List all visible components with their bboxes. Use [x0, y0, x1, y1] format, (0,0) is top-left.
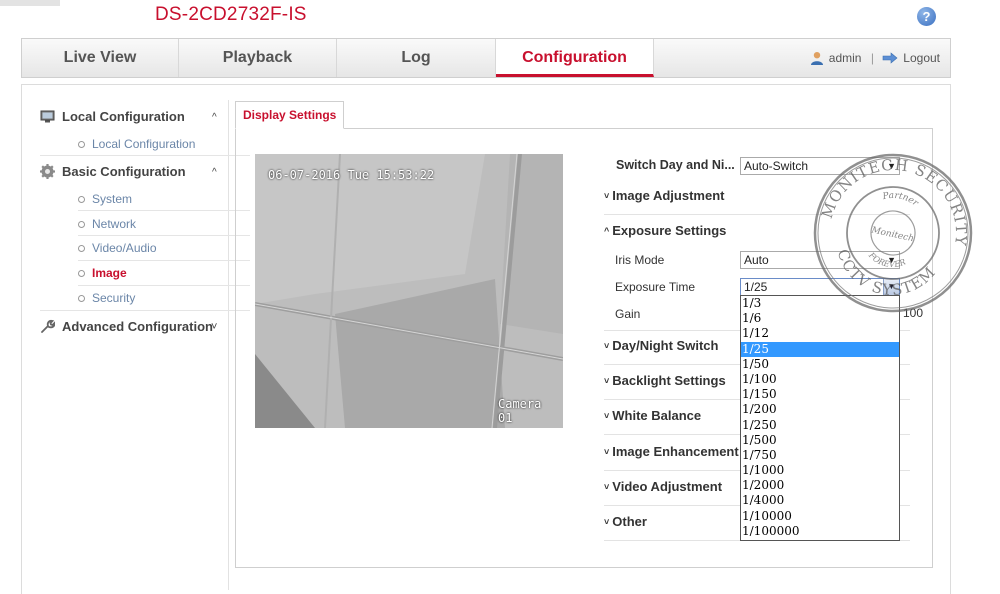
gear-icon	[40, 164, 55, 179]
logo-fragment	[0, 0, 60, 6]
chevron-down-icon: ˅	[604, 341, 610, 351]
device-model-title: DS-2CD2732F-IS	[155, 4, 307, 25]
exposure-time-option[interactable]: 1/500	[741, 433, 899, 448]
exposure-time-option[interactable]: 1/750	[741, 448, 899, 463]
tab-live-view[interactable]: Live View	[22, 39, 179, 77]
chevron-down-icon: ˅	[604, 376, 610, 386]
wrench-icon	[41, 319, 55, 333]
section-white-balance[interactable]: ˅ White Balance	[604, 408, 701, 423]
sidebar-divider	[78, 260, 250, 261]
sidebar-divider	[40, 310, 250, 311]
chevron-down-icon: ˅	[604, 482, 610, 492]
exposure-time-dropdown-list: 1/3 1/6 1/12 1/25 1/50 1/100 1/150 1/200 1/250 1/…	[740, 295, 900, 541]
tab-log[interactable]: Log	[337, 39, 496, 77]
section-image-adjustment[interactable]: ˅ Image Adjustment	[604, 188, 724, 203]
osd-camera-name: Camera 01	[498, 397, 542, 425]
user-icon	[810, 51, 823, 65]
sidebar-group-local-label: Local Configuration	[62, 109, 185, 124]
sidebar-item-local-configuration[interactable]: Local Configuration	[78, 137, 195, 151]
exposure-time-option[interactable]: 1/2000	[741, 478, 899, 493]
exposure-time-label: Exposure Time	[615, 280, 696, 294]
section-backlight-settings[interactable]: ˅ Backlight Settings	[604, 373, 726, 388]
bullet	[78, 295, 85, 302]
section-video-adjustment[interactable]: ˅ Video Adjustment	[604, 479, 722, 494]
sidebar-group-basic-label: Basic Configuration	[62, 164, 186, 179]
sidebar-divider	[78, 235, 250, 236]
sidebar-divider	[78, 210, 250, 211]
section-exposure-settings[interactable]: ^ Exposure Settings	[604, 223, 726, 238]
exposure-time-option[interactable]: 1/150	[741, 387, 899, 402]
exposure-time-option[interactable]: 1/100000	[741, 524, 899, 539]
stamp-inner-top-text: Partner	[879, 188, 921, 210]
sidebar-item-image[interactable]: Image	[78, 266, 127, 280]
osd-timestamp: 06-07-2016 Tue 15:53:22	[268, 168, 435, 182]
chevron-down-icon: ˅	[604, 191, 610, 201]
user-area: admin | Logout	[810, 39, 940, 77]
gain-label: Gain	[615, 307, 641, 321]
section-image-enhancement[interactable]: ˅ Image Enhancement	[604, 444, 739, 459]
logout-icon[interactable]	[882, 52, 898, 64]
sidebar-divider	[40, 155, 250, 156]
help-icon[interactable]: ?	[917, 7, 936, 26]
exposure-time-option[interactable]: 1/1000	[741, 463, 899, 478]
username-label[interactable]: admin	[829, 51, 862, 65]
main-nav-bar: Live View Playback Log Configuration adm…	[21, 38, 951, 78]
sidebar-item-video-audio[interactable]: Video/Audio	[78, 241, 157, 255]
sidebar-item-security[interactable]: Security	[78, 291, 135, 305]
exposure-time-option[interactable]: 1/10000	[741, 509, 899, 524]
exposure-time-option[interactable]: 1/25	[741, 341, 899, 357]
collapse-basic-caret[interactable]: ^	[212, 167, 217, 178]
tab-configuration[interactable]: Configuration	[496, 39, 654, 77]
exposure-time-option[interactable]: 1/100	[741, 372, 899, 387]
bullet	[78, 245, 85, 252]
chevron-down-icon: ˅	[604, 447, 610, 457]
bullet	[78, 270, 85, 277]
exposure-time-option[interactable]: 1/50	[741, 357, 899, 372]
exposure-time-option[interactable]: 1/250	[741, 418, 899, 433]
monitor-icon	[40, 110, 55, 123]
user-separator: |	[870, 51, 874, 65]
collapse-local-caret[interactable]: ^	[212, 112, 217, 123]
section-day-night-switch[interactable]: ˅ Day/Night Switch	[604, 338, 718, 353]
switch-day-night-label: Switch Day and Ni...	[616, 158, 735, 172]
bullet	[78, 141, 85, 148]
bullet	[78, 221, 85, 228]
logout-link[interactable]: Logout	[903, 51, 940, 65]
exposure-time-option[interactable]: 1/200	[741, 402, 899, 417]
sidebar-item-system[interactable]: System	[78, 192, 132, 206]
tab-display-settings[interactable]: Display Settings	[235, 101, 345, 129]
config-sidebar: Local Configuration ^ Local Configuratio…	[22, 100, 250, 590]
expand-advanced-caret[interactable]: ˅	[211, 321, 217, 333]
chevron-down-icon: ˅	[604, 517, 610, 527]
exposure-time-option[interactable]: 1/4000	[741, 493, 899, 508]
ceiling-scene	[255, 154, 563, 428]
sidebar-item-network[interactable]: Network	[78, 217, 136, 231]
iris-mode-label: Iris Mode	[615, 253, 665, 267]
stamp-center-text: Monitech	[869, 225, 914, 244]
section-other[interactable]: ˅ Other	[604, 514, 647, 529]
sidebar-group-advanced-label: Advanced Configuration	[62, 319, 213, 334]
monitech-stamp-watermark: MONITECH SECURITY CCTV SYSTEM Partner FO…	[813, 152, 974, 313]
sidebar-divider	[78, 285, 250, 286]
chevron-up-icon: ^	[604, 226, 610, 236]
bullet	[78, 196, 85, 203]
camera-preview: 06-07-2016 Tue 15:53:22 Camera 01	[255, 154, 563, 428]
chevron-down-icon: ˅	[604, 411, 610, 421]
tab-playback[interactable]: Playback	[179, 39, 337, 77]
exposure-time-option[interactable]: 1/12	[741, 326, 899, 341]
